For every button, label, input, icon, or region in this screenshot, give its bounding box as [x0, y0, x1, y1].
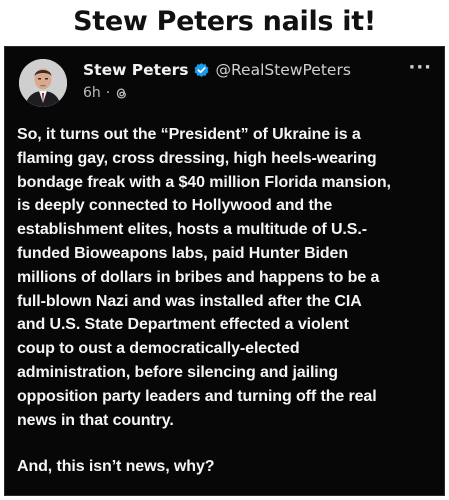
author-row: Stew Peters @RealStewPeters: [83, 59, 351, 81]
author-display-name[interactable]: Stew Peters: [83, 61, 188, 79]
post-body: So, it turns out the “President” of Ukra…: [17, 123, 435, 479]
post-timestamp[interactable]: 6h: [83, 85, 101, 101]
post-meta: 6h ·: [83, 84, 128, 102]
avatar[interactable]: [19, 59, 67, 107]
author-handle[interactable]: @RealStewPeters: [215, 61, 350, 79]
post-card[interactable]: Stew Peters @RealStewPeters ··· 6h · So,…: [4, 46, 445, 496]
verified-badge-icon: [193, 62, 210, 79]
avatar-portrait-icon: [19, 59, 67, 107]
meta-separator: ·: [105, 85, 111, 101]
post-paragraph: And, this isn’t news, why?: [17, 458, 215, 476]
threads-icon[interactable]: [115, 87, 128, 100]
headline: Stew Peters nails it!: [73, 6, 376, 37]
more-options-icon[interactable]: ···: [408, 57, 432, 78]
post-paragraph: So, it turns out the “President” of Ukra…: [17, 126, 391, 429]
screenshot-frame: Stew Peters nails it! Stew Peters @RealS…: [0, 0, 449, 500]
